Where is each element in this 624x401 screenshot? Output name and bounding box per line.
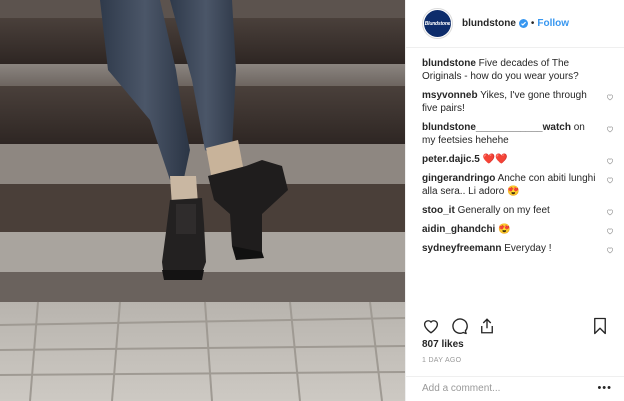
- action-bar: [422, 317, 608, 337]
- comment-username[interactable]: sydneyfreemann: [422, 243, 501, 254]
- header-username[interactable]: blundstone: [462, 18, 516, 29]
- post-photo[interactable]: [0, 0, 405, 401]
- comment-item: stoo_it Generally on my feet: [422, 204, 614, 217]
- post-header: Blundstone blundstone • Follow: [406, 0, 624, 48]
- like-comment-heart-icon[interactable]: [606, 246, 614, 254]
- follow-button[interactable]: Follow: [537, 18, 569, 29]
- like-comment-heart-icon[interactable]: [606, 125, 614, 133]
- caption-username[interactable]: blundstone: [422, 58, 476, 69]
- comment-item: msyvonneb Yikes, I've gone through five …: [422, 89, 614, 115]
- like-comment-heart-icon[interactable]: [606, 176, 614, 184]
- avatar-logo: Blundstone: [424, 10, 451, 37]
- like-comment-heart-icon[interactable]: [606, 93, 614, 101]
- comment-item: aidin_ghandchi 😍: [422, 223, 614, 236]
- comment-item: blundstone____________watch on my feetsi…: [422, 121, 614, 147]
- photo-illustration: [0, 0, 405, 401]
- comment-username[interactable]: stoo_it: [422, 205, 455, 216]
- comment-username[interactable]: msyvonneb: [422, 90, 478, 101]
- more-options-icon[interactable]: •••: [597, 382, 612, 394]
- comment-item: peter.dajic.5 ❤️❤️: [422, 153, 614, 166]
- comment-text: Everyday !: [504, 243, 552, 254]
- bookmark-icon[interactable]: [592, 317, 608, 335]
- post-timestamp: 1 DAY AGO: [422, 357, 462, 364]
- comment-username[interactable]: blundstone____________watch: [422, 122, 571, 133]
- heart-icon[interactable]: [422, 317, 440, 335]
- comment-username[interactable]: gingerandringo: [422, 173, 495, 184]
- like-comment-heart-icon[interactable]: [606, 227, 614, 235]
- comment-item: gingerandringo Anche con abiti lunghi al…: [422, 172, 614, 198]
- comment-item: sydneyfreemann Everyday !: [422, 242, 614, 255]
- comment-text: ❤️❤️: [482, 154, 508, 165]
- comment-text: 😍: [498, 224, 511, 235]
- likes-count[interactable]: 807 likes: [422, 339, 464, 350]
- post-caption: blundstone Five decades of The Originals…: [422, 57, 614, 83]
- avatar[interactable]: Blundstone: [422, 8, 453, 39]
- share-icon[interactable]: [478, 317, 496, 335]
- post-sidebar: Blundstone blundstone • Follow blundston…: [405, 0, 624, 401]
- comment-list: blundstone Five decades of The Originals…: [422, 57, 614, 261]
- comment-icon[interactable]: [450, 317, 468, 335]
- comment-text: Generally on my feet: [457, 205, 550, 216]
- verified-badge-icon: [518, 19, 528, 28]
- like-comment-heart-icon[interactable]: [606, 157, 614, 165]
- comment-username[interactable]: peter.dajic.5: [422, 154, 480, 165]
- like-comment-heart-icon[interactable]: [606, 208, 614, 216]
- comment-username[interactable]: aidin_ghandchi: [422, 224, 495, 235]
- header-separator: •: [530, 18, 535, 29]
- add-comment-field[interactable]: Add a comment... •••: [406, 376, 624, 401]
- instagram-post: Blundstone blundstone • Follow blundston…: [0, 0, 624, 401]
- add-comment-placeholder: Add a comment...: [422, 383, 501, 394]
